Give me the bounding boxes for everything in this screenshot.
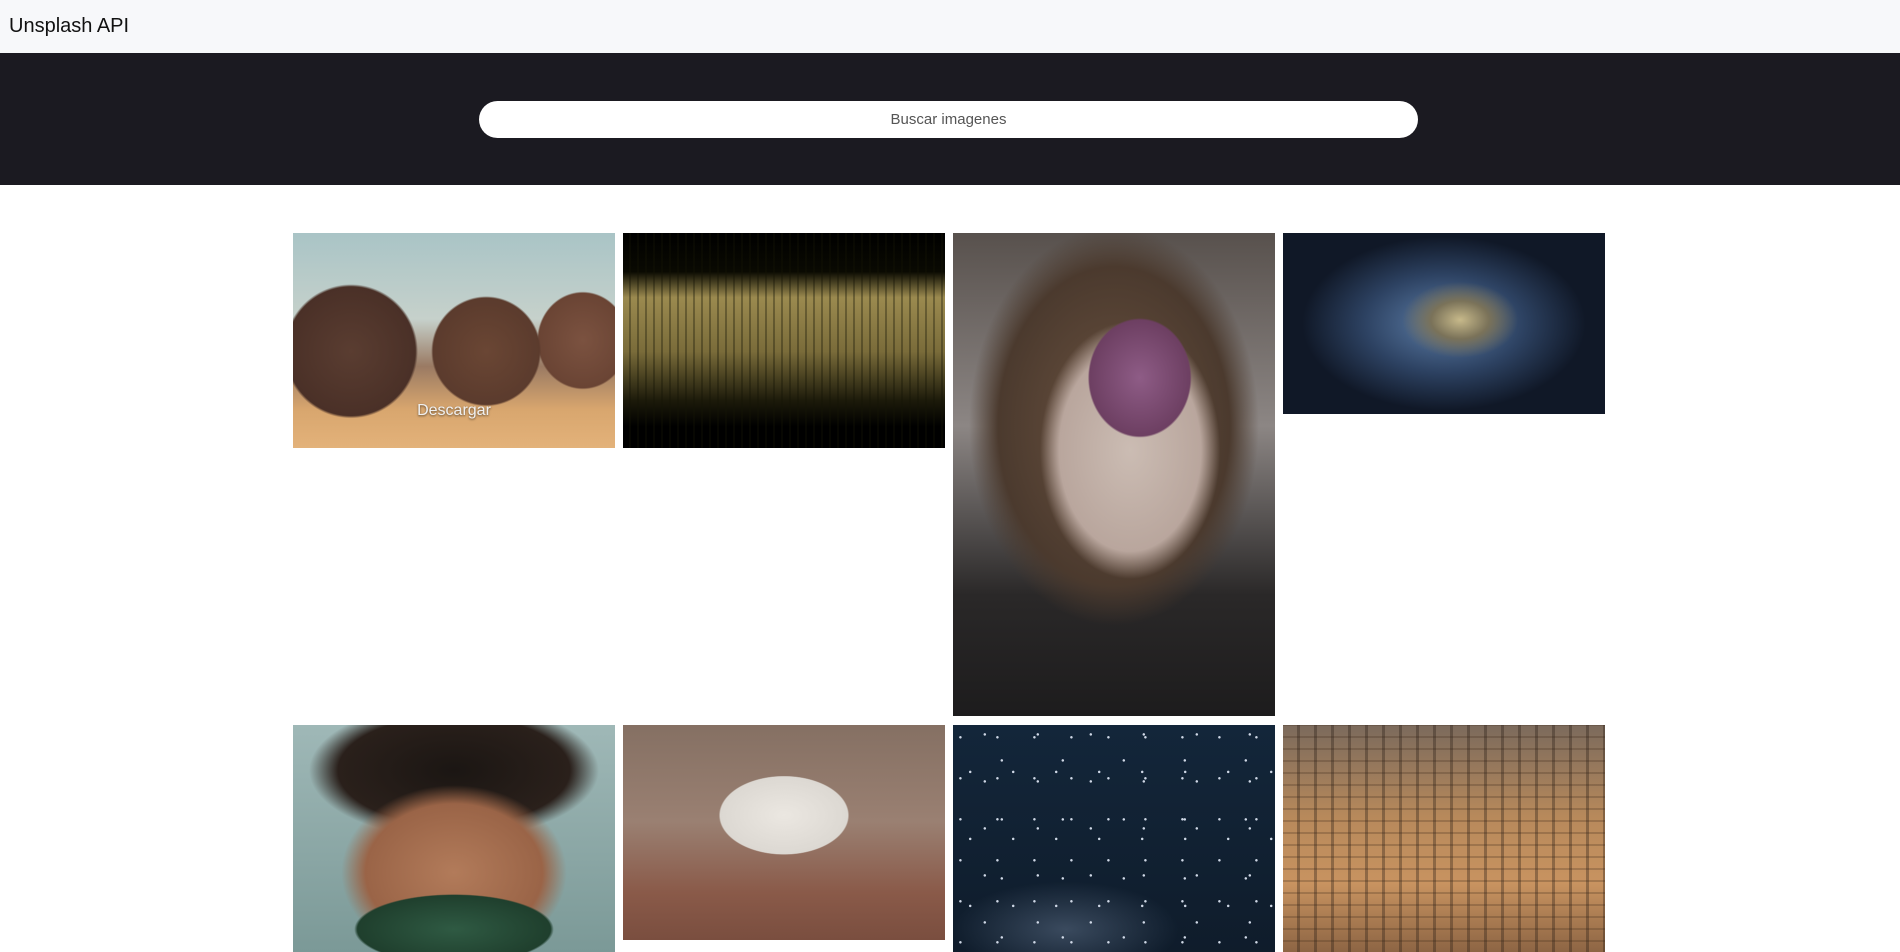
gallery-image-wall-tiles[interactable] xyxy=(623,725,945,940)
search-section xyxy=(0,53,1900,185)
brand-title[interactable]: Unsplash API xyxy=(9,15,129,38)
gallery-image-man-with-flower[interactable] xyxy=(953,233,1275,716)
gallery-image-curly-hair-glasses[interactable] xyxy=(293,725,615,952)
gallery-image-golden-grass[interactable] xyxy=(623,233,945,448)
search-input[interactable] xyxy=(479,101,1418,138)
image-gallery: Descargar xyxy=(0,185,1900,952)
gallery-image-starry-sky[interactable] xyxy=(953,725,1275,952)
navbar: Unsplash API xyxy=(0,0,1900,53)
gallery-image-abstract-swirl[interactable] xyxy=(1283,233,1605,414)
gallery-image-city-buildings[interactable] xyxy=(1283,725,1605,952)
gallery-image-desert-rocks[interactable]: Descargar xyxy=(293,233,615,448)
download-button[interactable]: Descargar xyxy=(293,402,615,420)
